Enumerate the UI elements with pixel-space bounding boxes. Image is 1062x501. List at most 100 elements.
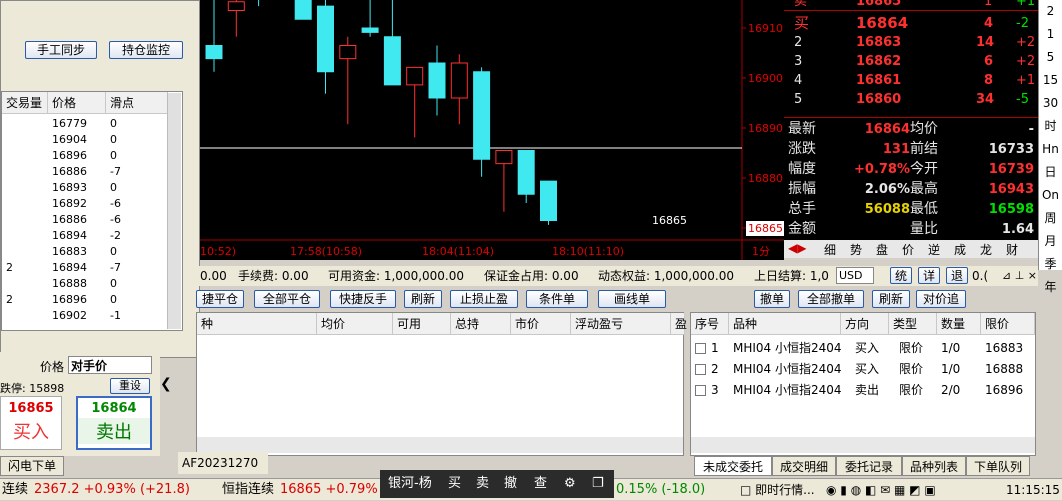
column-header[interactable]: 数量 <box>937 313 981 335</box>
period-item[interactable]: 时 <box>1039 115 1062 138</box>
column-header[interactable]: 滑点 <box>106 92 168 114</box>
bid-row[interactable]: 5 16860 34 -5 <box>784 90 1038 109</box>
price-select[interactable]: 对手价 <box>68 356 152 374</box>
period-item[interactable]: On <box>1039 184 1062 207</box>
row-checkbox[interactable] <box>695 385 706 396</box>
buy-button[interactable]: 16865 买入 <box>0 396 62 450</box>
order-cell[interactable]: 3 <box>707 380 719 401</box>
order-cell[interactable]: 16896 <box>981 380 1023 401</box>
column-header[interactable]: 总持 <box>451 313 511 335</box>
column-header[interactable]: 限价 <box>981 313 1035 335</box>
row-checkbox[interactable] <box>695 343 706 354</box>
position-action-button[interactable]: 全部平仓 <box>254 290 320 308</box>
order-cell[interactable]: 1/0 <box>937 359 960 380</box>
float-toolbar-item[interactable]: 买 <box>448 470 461 498</box>
bottom-tab[interactable]: 品种列表 <box>902 456 966 476</box>
order-action-button[interactable]: 撤单 <box>754 290 790 308</box>
column-header[interactable]: 市价 <box>511 313 571 335</box>
period-item[interactable]: Hn <box>1039 138 1062 161</box>
column-header[interactable]: 类型 <box>889 313 937 335</box>
bottom-tab[interactable]: 下单队列 <box>966 456 1030 476</box>
float-toolbar-item[interactable]: ❐ <box>592 470 604 498</box>
order-cell[interactable]: MHI04 小恒指2404 <box>729 338 842 359</box>
order-cell[interactable]: 限价 <box>895 380 923 401</box>
position-action-button[interactable]: 止损止盈 <box>450 290 518 308</box>
column-header[interactable]: 价格 <box>48 92 106 114</box>
quote-tab[interactable]: 龙 <box>980 241 992 258</box>
position-action-button[interactable]: 画线单 <box>598 290 666 308</box>
column-header[interactable]: 序号 <box>691 313 729 335</box>
column-header[interactable]: 方向 <box>841 313 889 335</box>
position-action-button[interactable]: 刷新 <box>404 290 442 308</box>
order-cell[interactable]: 限价 <box>895 338 923 359</box>
period-item[interactable]: 日 <box>1039 161 1062 184</box>
order-cell[interactable]: 卖出 <box>851 380 879 401</box>
column-header[interactable]: 交易量 <box>2 92 48 114</box>
period-item[interactable]: 周 <box>1039 207 1062 230</box>
exit-button[interactable]: 退 <box>946 267 968 284</box>
column-header[interactable]: 浮动盈亏 <box>571 313 671 335</box>
detail-button[interactable]: 详 <box>918 267 940 284</box>
sell-button[interactable]: 16864 卖出 <box>76 396 152 450</box>
float-toolbar-item[interactable]: 银河-杨 <box>388 470 432 498</box>
bottom-tab[interactable]: 成交明细 <box>772 456 836 476</box>
order-action-button[interactable]: 全部撤单 <box>798 290 864 308</box>
order-cell[interactable]: 1/0 <box>937 338 960 359</box>
order-cell[interactable]: 买入 <box>851 338 879 359</box>
column-header[interactable]: 均价 <box>317 313 393 335</box>
order-cell[interactable]: 16888 <box>981 359 1023 380</box>
h-scrollbar[interactable] <box>197 437 683 453</box>
order-cell[interactable]: 限价 <box>895 359 923 380</box>
position-action-button[interactable]: 条件单 <box>526 290 588 308</box>
order-cell[interactable]: MHI04 小恒指2404 <box>729 359 842 380</box>
order-cell[interactable]: 买入 <box>851 359 879 380</box>
reset-button[interactable]: 重设 <box>110 378 150 394</box>
column-header[interactable]: 品种 <box>729 313 841 335</box>
kline-chart[interactable]: 1691016900168901688016870 10:52)17:58(10… <box>196 0 784 260</box>
float-toolbar-item[interactable]: 卖 <box>476 470 489 498</box>
h-scrollbar-orders[interactable] <box>691 437 1035 453</box>
bottom-tab[interactable]: 未成交委托 <box>694 456 772 476</box>
column-header[interactable]: 种 <box>197 313 317 335</box>
quote-tab[interactable]: 盘 <box>876 241 888 258</box>
float-toolbar-item[interactable]: ⚙ <box>564 470 576 498</box>
currency-select[interactable]: USD <box>836 267 874 284</box>
period-item[interactable]: 30 <box>1039 92 1062 115</box>
column-header[interactable]: 可用 <box>393 313 451 335</box>
stat-button[interactable]: 统 <box>890 267 912 284</box>
toolbar-icons[interactable]: ◉ ▮ ◍ ◧ ✉ ▦ ◩ ▣ <box>826 479 936 501</box>
order-action-button[interactable]: 对价追 <box>916 290 966 308</box>
float-toolbar-item[interactable]: 查 <box>534 470 547 498</box>
order-action-button[interactable]: 刷新 <box>872 290 910 308</box>
collapse-arrow-icon[interactable]: ❮ <box>160 376 176 396</box>
flash-order-tab[interactable]: 闪电下单 <box>0 456 64 476</box>
position-action-button[interactable]: 快捷反手 <box>330 290 396 308</box>
order-cell[interactable]: 1 <box>707 338 719 359</box>
order-cell[interactable]: 16883 <box>981 338 1023 359</box>
bid-row[interactable]: 买 16864 4 -2 <box>784 14 1038 33</box>
period-item[interactable]: 年 <box>1039 276 1062 299</box>
bid-row[interactable]: 4 16861 8 +1 <box>784 71 1038 90</box>
order-cell[interactable]: 2/0 <box>937 380 960 401</box>
manual-sync-button[interactable]: 手工同步 <box>25 41 97 59</box>
bid-row[interactable]: 2 16863 14 +2 <box>784 33 1038 52</box>
period-item[interactable]: 1 <box>1039 23 1062 46</box>
period-item[interactable]: 月 <box>1039 230 1062 253</box>
quote-tab[interactable]: 价 <box>902 241 914 258</box>
order-cell[interactable]: MHI04 小恒指2404 <box>729 380 842 401</box>
float-toolbar-item[interactable]: 撤 <box>504 470 517 498</box>
period-item[interactable]: 2 <box>1039 0 1062 23</box>
quote-tab[interactable]: 逆 <box>928 241 940 258</box>
quote-tab[interactable]: 势 <box>850 241 862 258</box>
quote-tab[interactable]: 成 <box>954 241 966 258</box>
column-header[interactable]: 盈 <box>671 313 687 335</box>
period-item[interactable]: 15 <box>1039 69 1062 92</box>
quote-tab[interactable]: 财 <box>1006 241 1018 258</box>
period-item[interactable]: 季 <box>1039 253 1062 276</box>
pin-close-icons[interactable]: ⊿ ⊥ × <box>1002 266 1037 286</box>
scrollbar[interactable] <box>167 93 181 329</box>
position-monitor-button[interactable]: 持仓监控 <box>109 41 183 59</box>
row-checkbox[interactable] <box>695 364 706 375</box>
position-action-button[interactable]: 捷平仓 <box>196 290 244 308</box>
quote-tab[interactable]: 细 <box>824 241 836 258</box>
